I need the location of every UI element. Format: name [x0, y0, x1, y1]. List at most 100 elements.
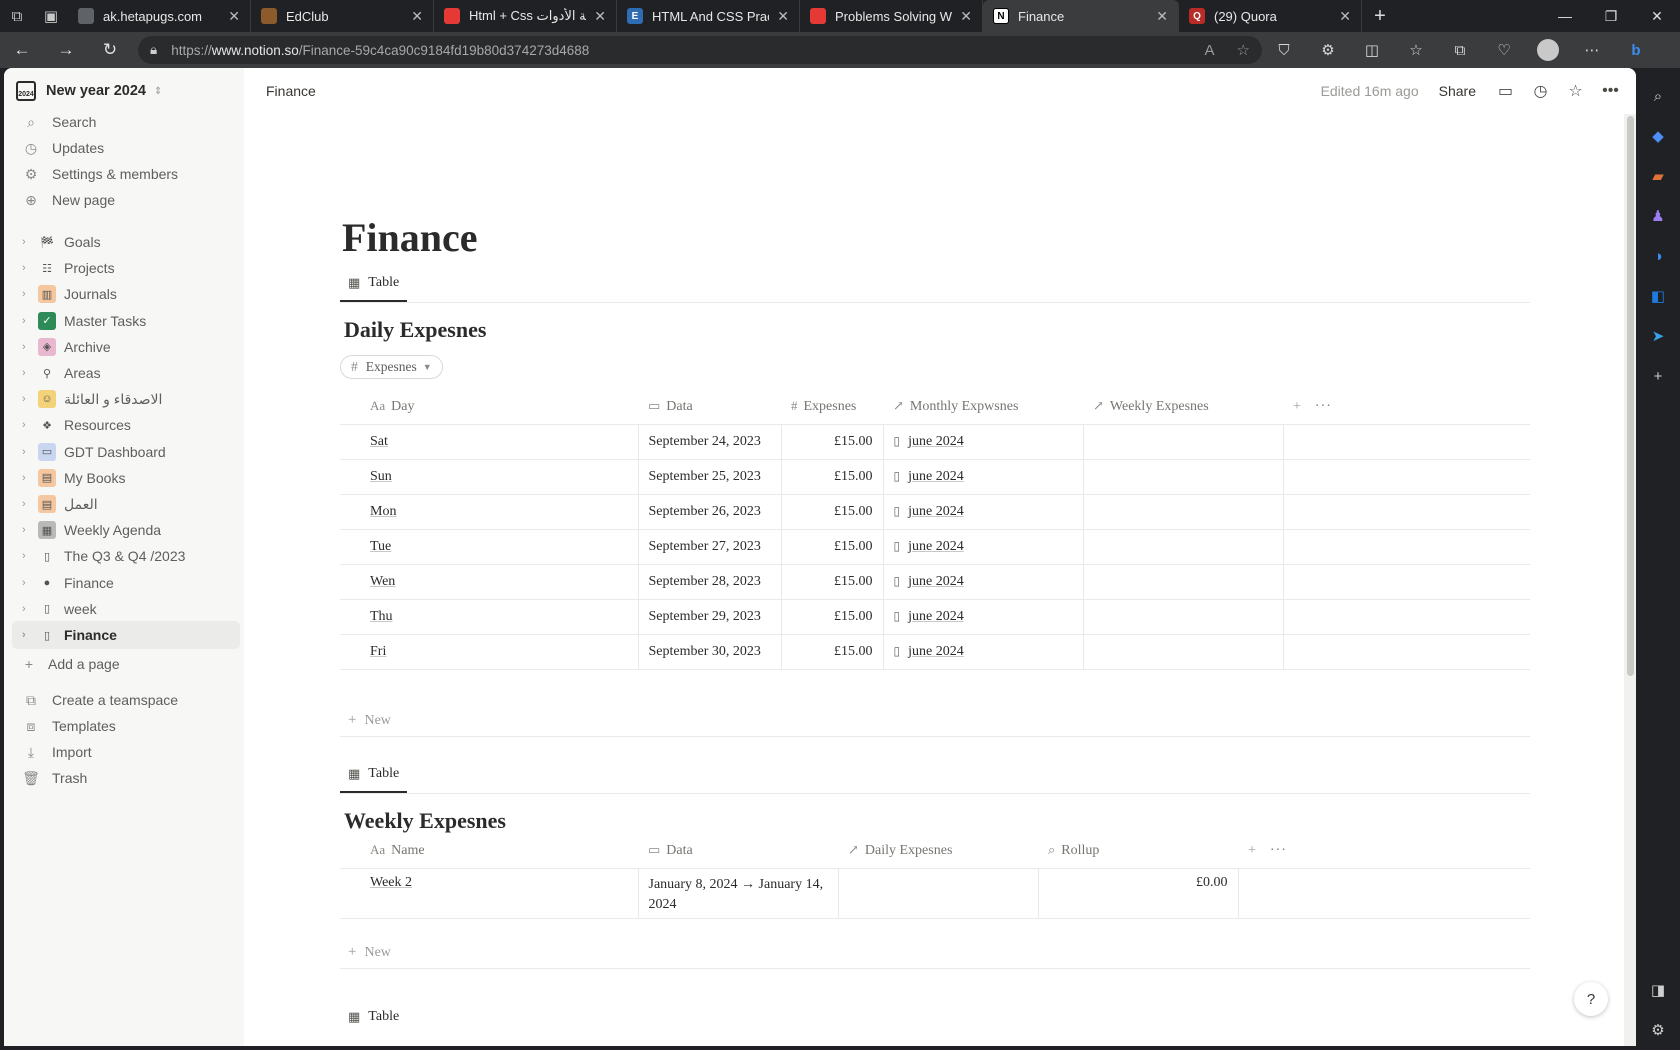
monthly-relation-cell[interactable]: ▯ june 2024 — [883, 599, 1084, 635]
relation-link[interactable]: june 2024 — [908, 434, 964, 449]
send-icon[interactable]: ➤ — [1636, 316, 1680, 356]
add-column-icon[interactable]: + — [1248, 843, 1256, 858]
table-row[interactable]: Wen September 28, 2023 £15.00 ▯ june 2024 — [340, 564, 1530, 600]
relation-link[interactable]: june 2024 — [908, 469, 964, 484]
day-cell[interactable]: Mon — [340, 494, 639, 530]
close-window-button[interactable]: ✕ — [1634, 0, 1680, 32]
weekly-relation-cell[interactable] — [1083, 459, 1284, 495]
weekly-relation-cell[interactable] — [1083, 494, 1284, 530]
tab-table-weekly[interactable]: ▦ Table — [340, 757, 408, 793]
tab-actions-icon[interactable]: ▣ — [34, 0, 68, 32]
relation-link[interactable]: june 2024 — [908, 644, 964, 659]
profile-avatar[interactable] — [1526, 32, 1570, 68]
weekly-relation-cell[interactable] — [1083, 529, 1284, 565]
workspace-switcher[interactable]: 2024 New year 2024 ⇕ — [16, 76, 162, 106]
table-row[interactable]: Thu September 29, 2023 £15.00 ▯ june 2024 — [340, 599, 1530, 635]
chevron-right-icon[interactable]: › — [22, 550, 32, 562]
weekly-new-row-button[interactable]: + New — [340, 937, 1530, 969]
column-header-rollup[interactable]: ⌕ Rollup — [1038, 834, 1238, 869]
sidebar-page-item[interactable]: › ❖ Resources — [12, 411, 240, 439]
help-button[interactable]: ? — [1574, 982, 1608, 1016]
daily-relation-cell[interactable] — [838, 868, 1039, 919]
date-cell[interactable]: September 30, 2023 — [638, 634, 782, 670]
collections-icon[interactable]: ⧉ — [1438, 32, 1482, 68]
tab-table-daily[interactable]: ▦ Table — [340, 266, 408, 302]
rollup-cell[interactable]: £0.00 — [1038, 868, 1239, 919]
extensions-icon[interactable]: ⚙ — [1306, 32, 1350, 68]
sidebar-page-item[interactable]: › ● Finance — [12, 569, 240, 597]
weekly-relation-cell[interactable] — [1083, 634, 1284, 670]
day-cell[interactable]: Sun — [340, 459, 639, 495]
outlook-icon[interactable]: ◧ — [1636, 276, 1680, 316]
sidebar-item-search[interactable]: ⌕ Search — [12, 108, 240, 136]
chevron-right-icon[interactable]: › — [22, 472, 32, 484]
games-icon[interactable]: ♟ — [1636, 196, 1680, 236]
more-icon[interactable]: ··· — [1315, 399, 1332, 414]
scrollbar-thumb[interactable] — [1627, 116, 1634, 676]
monthly-relation-cell[interactable]: ▯ june 2024 — [883, 564, 1084, 600]
sidebar-page-item[interactable]: › ✓ Master Tasks — [12, 307, 240, 335]
add-column-icon[interactable]: + — [1293, 399, 1301, 414]
restore-button[interactable]: ❐ — [1588, 0, 1634, 32]
add-a-page-button[interactable]: + Add a page — [12, 650, 240, 678]
minimize-button[interactable]: — — [1542, 0, 1588, 32]
column-header-name[interactable]: Aa Name — [340, 834, 638, 869]
search-icon[interactable]: ⌕ — [1636, 76, 1680, 116]
column-header-date[interactable]: ▭ Data — [638, 390, 781, 425]
close-icon[interactable]: ✕ — [594, 8, 606, 25]
monthly-relation-cell[interactable]: ▯ june 2024 — [883, 529, 1084, 565]
history-icon[interactable]: ◷ — [1523, 77, 1558, 105]
chevron-right-icon[interactable]: › — [22, 367, 32, 379]
sidebar-page-item[interactable]: › ▯ The Q3 & Q4 /2023 — [12, 542, 240, 570]
browser-tab[interactable]: Problems Solving With ✕ — [800, 0, 983, 32]
weekly-relation-cell[interactable] — [1083, 424, 1284, 460]
date-cell[interactable]: September 27, 2023 — [638, 529, 782, 565]
day-cell[interactable]: Tue — [340, 529, 639, 565]
sidebar-page-item[interactable]: › ▥ Journals — [12, 280, 240, 308]
sidebar-layout-icon[interactable]: ◨ — [1636, 970, 1680, 1010]
weekly-relation-cell[interactable] — [1083, 599, 1284, 635]
copilot-app-icon[interactable]: ◑ — [1636, 236, 1680, 276]
day-cell[interactable]: Sat — [340, 424, 639, 460]
close-icon[interactable]: ✕ — [1339, 8, 1351, 25]
close-icon[interactable]: ✕ — [960, 8, 972, 25]
expenses-cell[interactable]: £15.00 — [781, 494, 884, 530]
close-icon[interactable]: ✕ — [228, 8, 240, 25]
chevron-right-icon[interactable]: › — [22, 315, 32, 327]
chevron-right-icon[interactable]: › — [22, 446, 32, 458]
shield-icon[interactable]: ⛉ — [1262, 32, 1306, 68]
browser-tab[interactable]: N Finance ✕ — [983, 0, 1179, 32]
share-button[interactable]: Share — [1439, 83, 1476, 99]
sidebar-page-item[interactable]: › ☷ Projects — [12, 254, 240, 282]
favorites-icon[interactable]: ☆ — [1394, 32, 1438, 68]
lock-icon[interactable]: 🔒︎ — [150, 42, 157, 58]
favorite-star-icon[interactable]: ☆ — [1558, 77, 1593, 105]
refresh-button[interactable]: ↻ — [88, 32, 132, 68]
forward-button[interactable]: → — [44, 32, 88, 68]
close-icon[interactable]: ✕ — [777, 8, 789, 25]
column-header-daily[interactable]: ↗ Daily Expesnes — [838, 834, 1038, 869]
monthly-relation-cell[interactable]: ▯ june 2024 — [883, 634, 1084, 670]
sidebar-item-new-page[interactable]: ⊕ New page — [12, 186, 240, 214]
chevron-right-icon[interactable]: › — [22, 419, 32, 431]
more-menu-icon[interactable]: ⋯ — [1570, 32, 1614, 68]
sidebar-item-trash[interactable]: 🗑 Trash — [12, 764, 240, 792]
split-screen-icon[interactable]: ◫ — [1350, 32, 1394, 68]
column-header-date[interactable]: ▭ Data — [638, 834, 838, 869]
date-cell[interactable]: September 24, 2023 — [638, 424, 782, 460]
expenses-cell[interactable]: £15.00 — [781, 564, 884, 600]
chevron-right-icon[interactable]: › — [22, 603, 32, 615]
daily-new-row-button[interactable]: + New — [340, 705, 1530, 737]
back-button[interactable]: ← — [0, 32, 44, 68]
performance-icon[interactable]: ♡ — [1482, 32, 1526, 68]
chevron-right-icon[interactable]: › — [22, 629, 32, 641]
sidebar-page-item[interactable]: › ◈ Archive — [12, 333, 240, 361]
chevron-right-icon[interactable]: › — [22, 498, 32, 510]
sidebar-item-updates[interactable]: ◷ Updates — [12, 134, 240, 162]
table-row[interactable]: Mon September 26, 2023 £15.00 ▯ june 2024 — [340, 494, 1530, 530]
table-row[interactable]: Sat September 24, 2023 £15.00 ▯ june 2024 — [340, 424, 1530, 460]
date-cell[interactable]: September 25, 2023 — [638, 459, 782, 495]
page-title[interactable]: Finance — [342, 214, 478, 261]
column-header-day[interactable]: Aa Day — [340, 390, 638, 425]
more-icon[interactable]: ··· — [1270, 843, 1287, 858]
